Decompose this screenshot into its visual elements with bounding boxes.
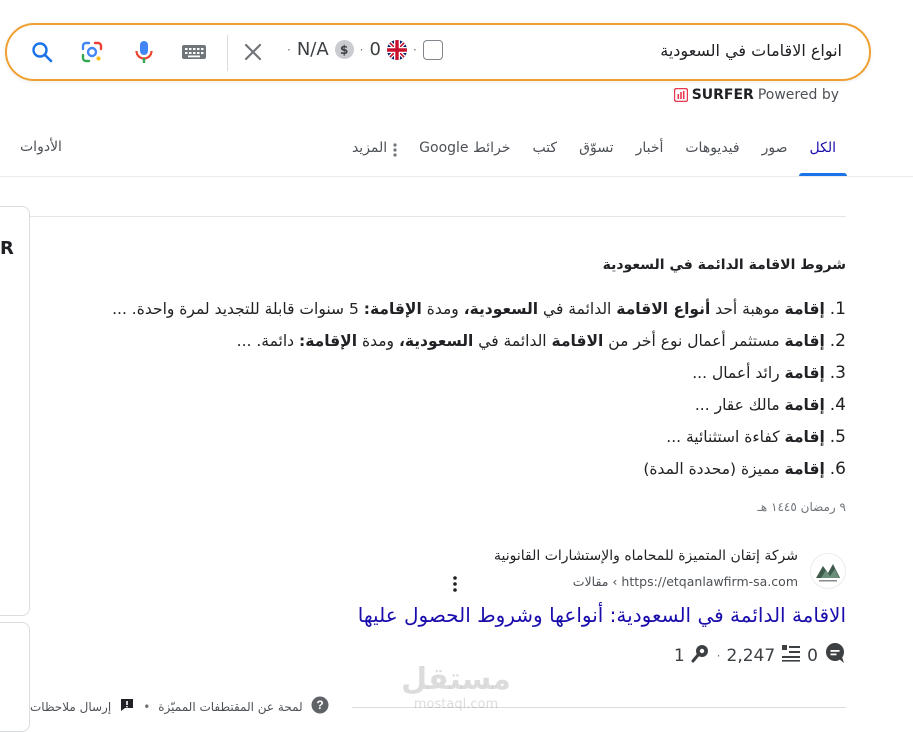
tab-books[interactable]: كتب	[521, 136, 568, 176]
close-icon[interactable]	[238, 37, 268, 67]
microphone-icon[interactable]	[129, 37, 159, 67]
snippet-date: ٩ رمضان ١٤٤٥ هـ	[757, 500, 846, 514]
divider	[227, 35, 228, 71]
surfer-brand: SURFER	[691, 87, 754, 103]
tab-maps[interactable]: خرائط Google	[408, 136, 521, 176]
surfer-result-stats: 1 · 2,247 0	[674, 642, 846, 669]
result-url[interactable]: https://etqanlawfirm-sa.com › مقالات	[573, 574, 798, 589]
side-panel-letter: R	[0, 238, 14, 259]
result-site-name[interactable]: شركة إتقان المتميزة للمحاماه والإستشارات…	[494, 548, 798, 564]
featured-snippet-top-divider	[30, 216, 846, 217]
search-icon[interactable]	[27, 37, 57, 67]
keyboard-icon[interactable]	[179, 37, 209, 67]
side-panel-lower	[0, 622, 30, 732]
list-item: 3. إقامة رائد أعمال ...	[692, 363, 846, 383]
stat-links: 1	[673, 645, 685, 666]
stat-words: 2,247	[726, 645, 776, 666]
dollar-icon: $	[334, 40, 354, 59]
search-tabs: الكل صور فيديوهات أخبار تسوّق كتب خرائط …	[341, 136, 847, 176]
stat-comments: 0	[807, 645, 818, 666]
list-item: 1. إقامة موهبة أحد أنواع الاقامة الدائمة…	[112, 299, 846, 319]
tab-more[interactable]: المزيد	[341, 136, 408, 176]
list-item: 6. إقامة مميزة (محددة المدة)	[643, 459, 846, 479]
powered-by-label: Powered by	[757, 87, 839, 103]
search-bar[interactable]: انواع الاقامات في السعودية · N/A $ · 0 ·	[5, 23, 871, 81]
help-icon[interactable]: ?	[311, 696, 329, 717]
watermark-logo: مستقل mostaql.com	[401, 662, 511, 713]
svg-text:?: ?	[316, 698, 323, 712]
tab-shopping[interactable]: تسوّق	[568, 136, 624, 176]
snippet-title: شروط الاقامة الدائمة في السعودية	[602, 257, 846, 273]
tab-all[interactable]: الكل	[798, 136, 848, 176]
feedback-link[interactable]: إرسال ملاحظات	[30, 700, 111, 714]
snippet-footer: إرسال ملاحظات • لمحة عن المقتطفات المميّ…	[30, 696, 329, 717]
side-panel	[0, 206, 30, 616]
surfer-logo-icon	[673, 88, 688, 102]
ext-zero-value: 0	[369, 39, 381, 60]
list-item: 5. إقامة كفاءة استثنائية ...	[666, 427, 846, 447]
result-options-icon[interactable]	[449, 574, 461, 594]
word-count-icon	[781, 644, 801, 667]
search-query[interactable]: انواع الاقامات في السعودية	[660, 41, 842, 60]
tab-more-label: المزيد	[351, 140, 388, 156]
uk-flag-icon	[386, 39, 407, 60]
checkbox[interactable]	[422, 39, 443, 60]
site-logo-icon[interactable]	[810, 553, 846, 589]
comment-icon	[824, 642, 846, 669]
more-icon	[393, 141, 397, 165]
feedback-icon[interactable]	[119, 697, 135, 716]
link-icon	[691, 643, 711, 668]
surfer-extension-metrics: · N/A $ · 0 ·	[287, 39, 443, 60]
google-lens-icon[interactable]	[77, 37, 107, 67]
tab-videos[interactable]: فيديوهات	[674, 136, 750, 176]
ext-na-value: N/A	[296, 39, 329, 60]
snippet-list: 1. إقامة موهبة أحد أنواع الاقامة الدائمة…	[112, 296, 846, 488]
result-title-link[interactable]: الاقامة الدائمة في السعودية: أنواعها وشر…	[358, 603, 846, 627]
list-item: 4. إقامة مالك عقار ...	[694, 395, 846, 415]
tabs-divider	[0, 176, 913, 177]
tab-images[interactable]: صور	[751, 136, 799, 176]
tab-news[interactable]: أخبار	[625, 136, 675, 176]
tools-button[interactable]: الأدوات	[20, 139, 62, 155]
surfer-powered-by[interactable]: SURFER Powered by	[673, 87, 839, 103]
about-snippets-link[interactable]: لمحة عن المقتطفات المميّزة	[158, 700, 302, 714]
list-item: 2. إقامة مستثمر أعمال نوع أخر من الاقامة…	[236, 331, 846, 351]
